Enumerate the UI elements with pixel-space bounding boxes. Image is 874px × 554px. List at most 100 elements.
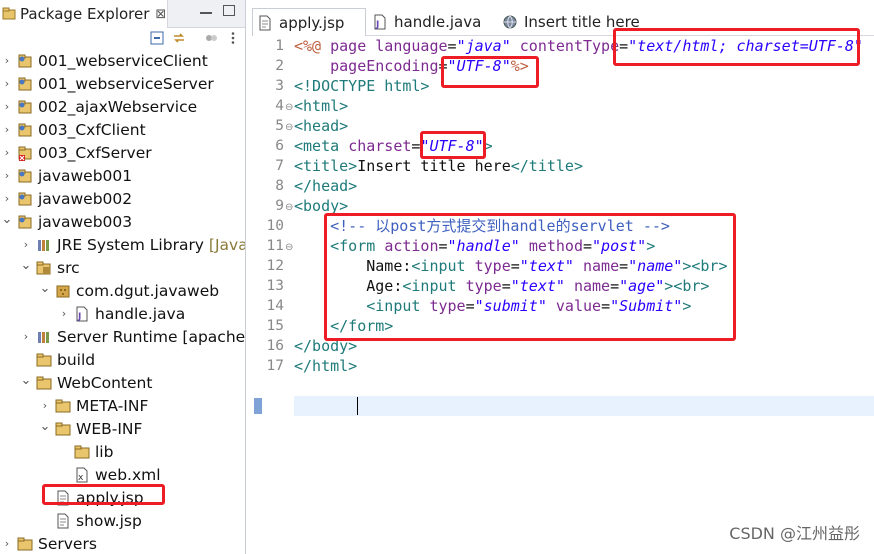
tree-item[interactable]: › 001_webserviceClient — [0, 49, 245, 72]
collapse-all-icon[interactable] — [150, 31, 164, 45]
link-with-editor-icon[interactable] — [172, 31, 186, 45]
chevron-right-icon[interactable]: › — [20, 330, 32, 343]
chevron-right-icon[interactable]: › — [1, 77, 13, 90]
code-editor[interactable]: <%@ page language="java" contentType="te… — [294, 36, 874, 554]
code-token: <!DOCTYPE html> — [294, 77, 430, 95]
chevron-right-icon[interactable]: › — [1, 123, 13, 136]
package-icon — [55, 283, 71, 299]
tree-item[interactable]: › javaweb002 — [0, 187, 245, 210]
chevron-down-icon[interactable]: ⌄ — [20, 373, 32, 388]
chevron-down-icon[interactable]: ⌄ — [20, 258, 32, 273]
line-number: 1 — [275, 38, 284, 54]
jsp-file-icon — [55, 513, 71, 529]
tree-item[interactable]: › 003_CxfServer — [0, 141, 245, 164]
code-line: <!DOCTYPE html> — [294, 76, 429, 96]
code-token: "post" — [592, 237, 647, 255]
chevron-right-icon[interactable]: › — [39, 399, 51, 412]
code-token: "submit" — [474, 297, 547, 315]
chevron-down-icon[interactable]: ⌄ — [39, 281, 51, 296]
line-number: 14 — [266, 298, 284, 314]
tree-item[interactable]: lib — [0, 440, 245, 463]
folder-icon — [55, 398, 71, 414]
line-number: 3 — [275, 78, 284, 94]
editor-tab[interactable]: apply.jsp — [252, 8, 366, 36]
editor-tab-label: Insert title here — [524, 13, 640, 31]
editor-tab[interactable]: Jhandle.java — [368, 8, 481, 36]
tree-item[interactable]: apply.jsp — [0, 486, 245, 509]
chevron-down-icon[interactable]: ⌄ — [39, 419, 51, 434]
chevron-right-icon[interactable]: › — [20, 238, 32, 251]
library-icon — [36, 237, 52, 253]
code-token: "handle" — [447, 237, 520, 255]
code-line: <meta charset="UTF-8"> — [294, 136, 493, 156]
code-token: = — [465, 297, 475, 315]
package-explorer-tab[interactable]: Package Explorer ⊠ — [0, 0, 168, 28]
tree-item-decoration: [JavaSE — [208, 235, 246, 254]
web-project-error-icon — [17, 145, 33, 161]
tree-item-label: 003_CxfServer — [38, 143, 152, 162]
minimize-icon[interactable] — [200, 5, 212, 14]
code-token: name — [573, 277, 611, 295]
folder-icon — [36, 375, 52, 391]
fold-icon[interactable]: ⊖ — [285, 103, 293, 113]
editor-tab[interactable]: Insert title here — [498, 8, 640, 36]
tree-item[interactable]: › META-INF — [0, 394, 245, 417]
editor-tabbar: apply.jsp Jhandle.java Insert title here — [252, 8, 874, 36]
filter-icon[interactable] — [204, 31, 218, 45]
tree-item[interactable]: › 002_ajaxWebservice — [0, 95, 245, 118]
tree-item[interactable]: › Servers — [0, 532, 245, 554]
tree-item[interactable]: x web.xml — [0, 463, 245, 486]
fold-icon[interactable]: ⊖ — [285, 243, 293, 253]
folder-icon — [17, 536, 33, 552]
tree-item[interactable]: › JRE System Library [JavaSE — [0, 233, 246, 256]
chevron-right-icon[interactable]: › — [58, 307, 70, 320]
chevron-right-icon[interactable]: › — [1, 169, 13, 182]
tree-item[interactable]: ⌄ src — [0, 256, 245, 279]
close-icon[interactable]: ⊠ — [155, 7, 166, 22]
chevron-right-icon[interactable]: › — [1, 537, 13, 550]
chevron-down-icon[interactable]: ⌄ — [1, 212, 13, 227]
text-cursor — [357, 397, 358, 415]
line-number: 11 — [266, 238, 284, 254]
code-line: </form> — [294, 316, 393, 336]
tree-item-label: src — [57, 258, 80, 277]
view-menu-icon[interactable] — [226, 31, 240, 45]
code-token: action — [384, 237, 439, 255]
chevron-right-icon[interactable]: › — [1, 54, 13, 67]
tree-item[interactable]: ⌄ javaweb003 — [0, 210, 245, 233]
code-token: = — [619, 257, 629, 275]
tree-item-label: JRE System Library [JavaSE — [57, 235, 246, 254]
library-icon — [36, 329, 52, 345]
fold-icon[interactable]: ⊖ — [285, 203, 293, 213]
tree-item[interactable]: show.jsp — [0, 509, 245, 532]
code-line: <html> — [294, 96, 348, 116]
tree-item[interactable]: › Server Runtime [apache-to — [0, 325, 245, 348]
package-explorer-title: Package Explorer — [20, 5, 150, 23]
tree-item[interactable]: build — [0, 348, 245, 371]
tree-item-label: lib — [95, 442, 114, 461]
tree-item-label: 003_CxfClient — [38, 120, 146, 139]
tree-item[interactable]: ⌄ WEB-INF — [0, 417, 245, 440]
line-number: 17 — [266, 358, 284, 374]
code-line: pageEncoding="UTF-8"%> — [294, 56, 529, 76]
tree-item[interactable]: › 001_webserviceServer — [0, 72, 245, 95]
code-token: = — [583, 237, 593, 255]
tree-item[interactable]: ⌄ WebContent — [0, 371, 245, 394]
tree-item[interactable]: › javaweb001 — [0, 164, 245, 187]
tree-item[interactable]: › Jhandle.java — [0, 302, 245, 325]
fold-icon[interactable]: ⊖ — [285, 123, 293, 133]
tree-item-label: handle.java — [95, 304, 186, 323]
chevron-right-icon[interactable]: › — [1, 100, 13, 113]
maximize-icon[interactable] — [223, 5, 235, 16]
code-token: = — [447, 37, 457, 55]
chevron-right-icon[interactable]: › — [1, 146, 13, 159]
code-token: "text" — [519, 257, 574, 275]
code-token: > — [483, 137, 493, 155]
tree-item[interactable]: › 003_CxfClient — [0, 118, 245, 141]
tree-item-label: 001_webserviceServer — [38, 74, 214, 93]
tree-item[interactable]: ⌄ com.dgut.javaweb — [0, 279, 245, 302]
current-line-marker — [254, 398, 262, 414]
chevron-right-icon[interactable]: › — [1, 192, 13, 205]
code-line: <body> — [294, 196, 348, 216]
code-line: Name:<input type="text" name="name"><br> — [294, 256, 727, 276]
